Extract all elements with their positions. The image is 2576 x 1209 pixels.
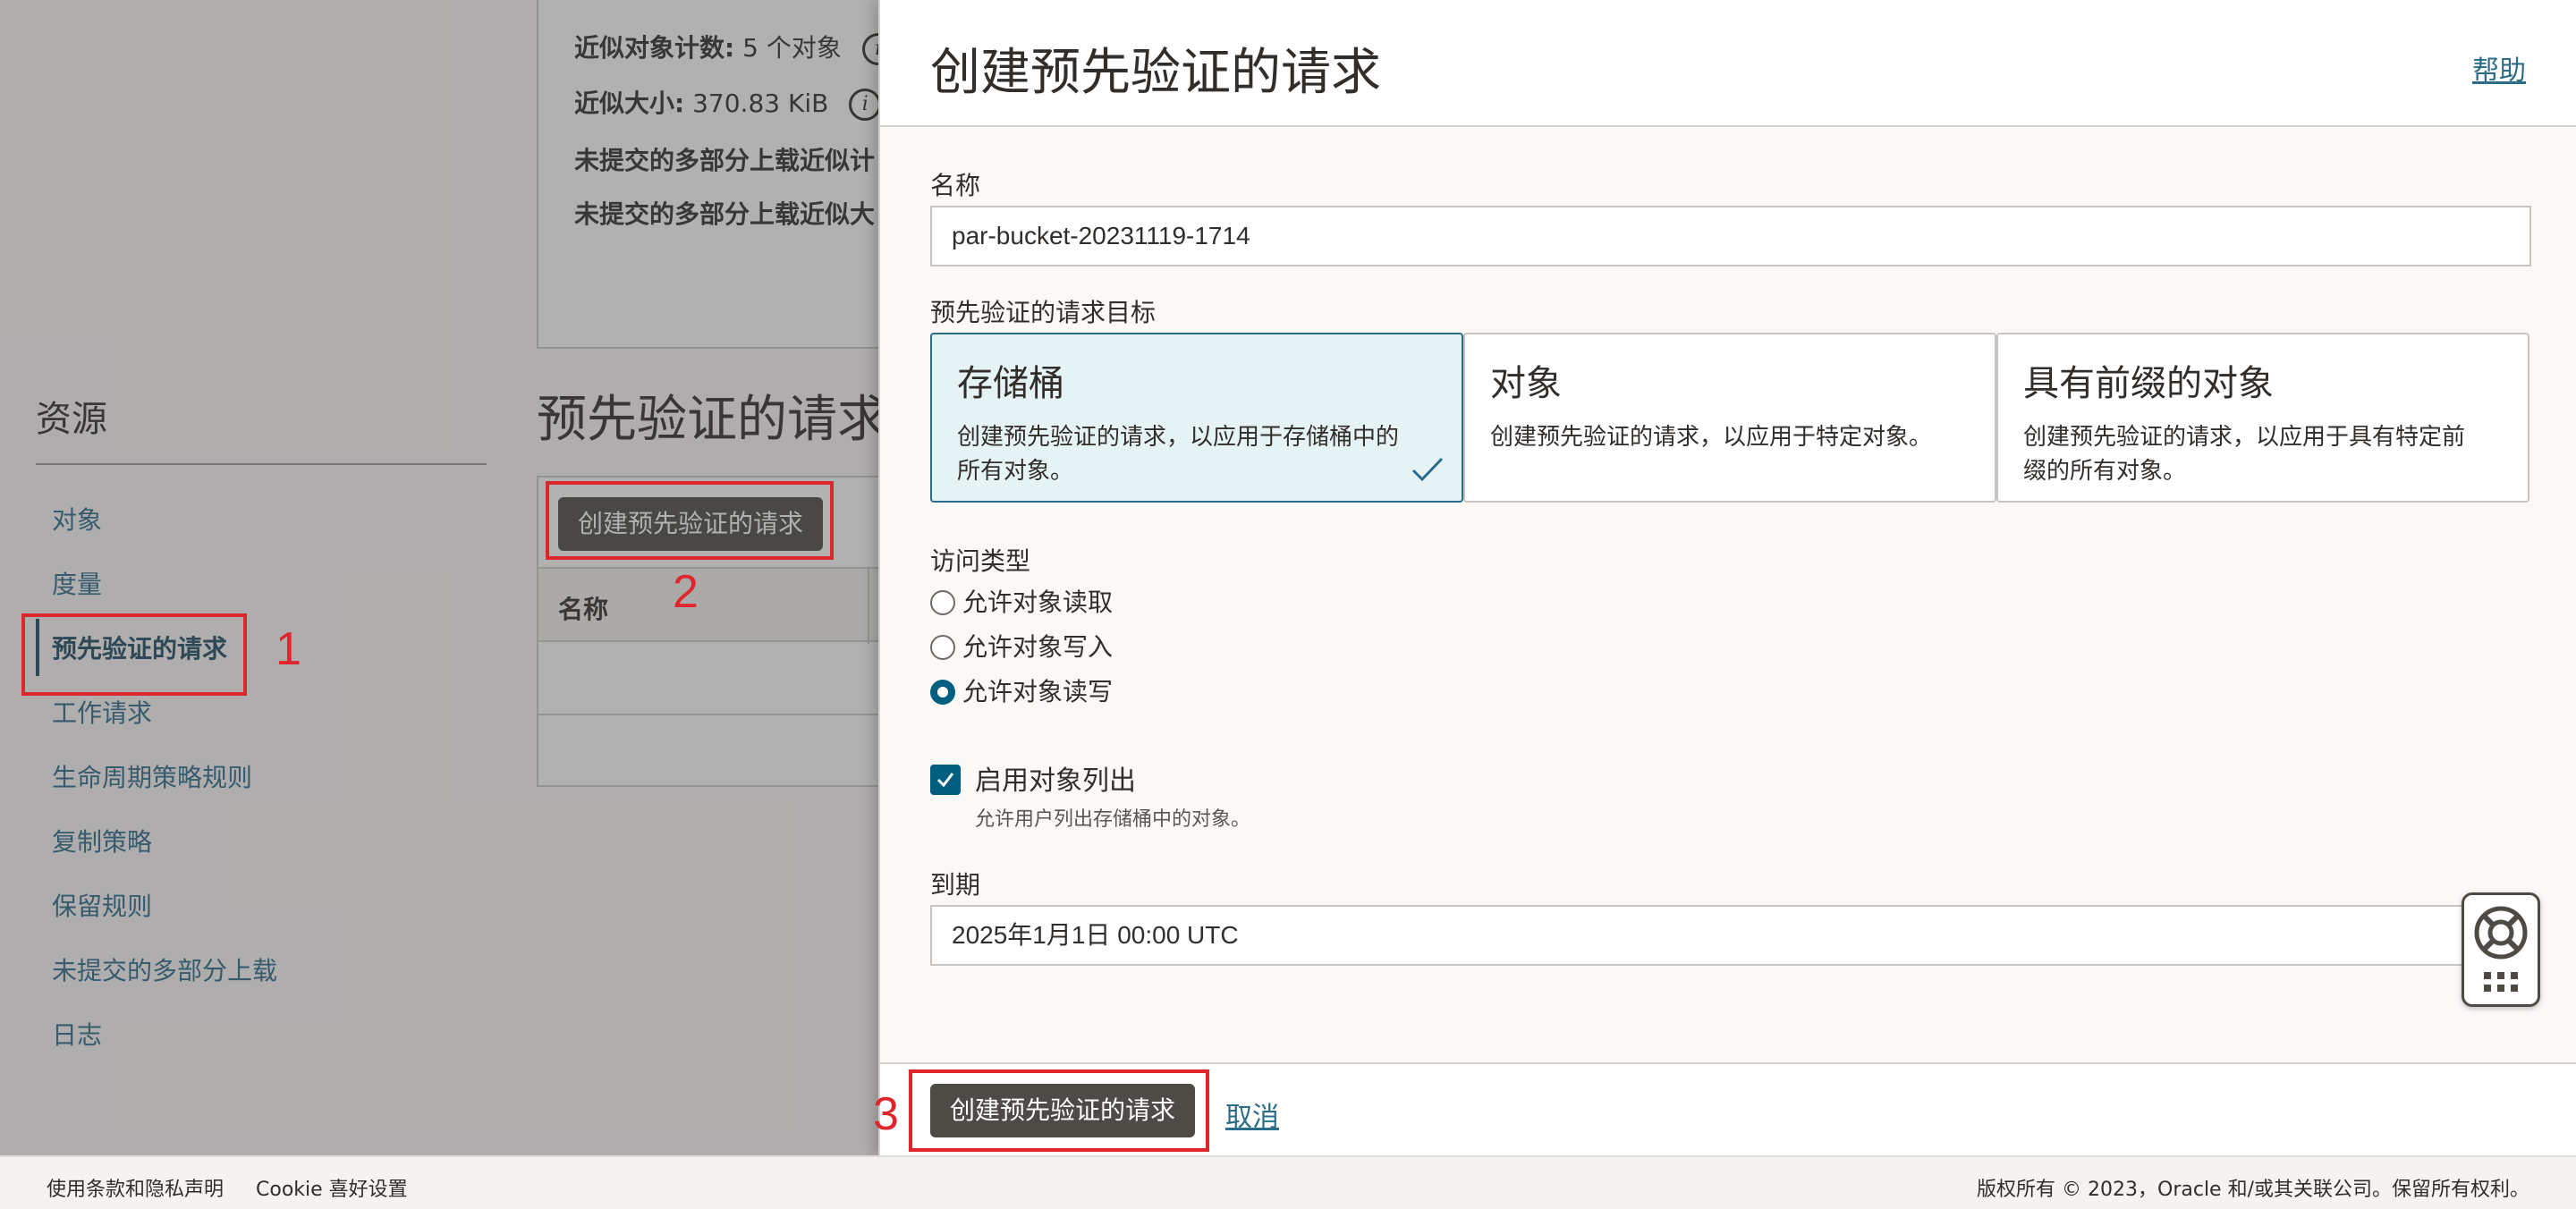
target-card-desc: 创建预先验证的请求，以应用于特定对象。 (1490, 424, 1933, 451)
resource-item-retention[interactable]: 保留规则 (52, 887, 152, 923)
radio-button[interactable] (930, 635, 955, 660)
approx-size-value: 370.83 KiB (692, 89, 829, 118)
bucket-details-card: 近似对象计数: 5 个对象 i 近似大小: 370.83 KiB i 未提交的多… (537, 0, 912, 349)
approx-count-label: 近似对象计数: (574, 33, 735, 63)
name-column-header[interactable]: 名称 (558, 590, 608, 626)
radio-object-read[interactable]: 允许对象读取 (930, 583, 1113, 619)
approx-count-value: 5 个对象 (742, 33, 842, 63)
table-header: 名称 (538, 567, 911, 644)
target-card-prefix[interactable]: 具有前缀的对象 创建预先验证的请求，以应用于具有特定前缀的所有对象。 (1996, 333, 2529, 503)
copyright-text: 版权所有 © 2023，Oracle 和/或其关联公司。保留所有权利。 (1977, 1179, 2529, 1201)
drawer-header: 创建预先验证的请求 帮助 (880, 0, 2576, 127)
page-footer: 使用条款和隐私声明 Cookie 喜好设置 版权所有 © 2023，Oracle… (0, 1155, 2576, 1209)
lifebuoy-icon (2474, 906, 2528, 992)
radio-object-write[interactable]: 允许对象写入 (930, 628, 1113, 664)
annotation-number-3: 3 (873, 1088, 899, 1140)
checkbox-checked-icon[interactable] (930, 765, 961, 795)
terms-link[interactable]: 使用条款和隐私声明 (47, 1173, 224, 1202)
resource-item-work-requests[interactable]: 工作请求 (52, 694, 152, 730)
target-card-title: 具有前缀的对象 (2023, 363, 2274, 404)
uncommitted-count-label: 未提交的多部分上载近似计 (574, 146, 876, 175)
target-card-bucket[interactable]: 存储桶 创建预先验证的请求，以应用于存储桶中的所有对象。 (930, 333, 1463, 503)
annotation-box-3 (909, 1070, 1209, 1152)
cookie-settings-link[interactable]: Cookie 喜好设置 (256, 1173, 408, 1202)
expiration-input[interactable]: 2025年1月1日 00:00 UTC (930, 905, 2504, 966)
cancel-link[interactable]: 取消 (1225, 1095, 1279, 1134)
target-card-object[interactable]: 对象 创建预先验证的请求，以应用于特定对象。 (1463, 333, 1996, 503)
access-type-label: 访问类型 (930, 546, 1031, 576)
target-label: 预先验证的请求目标 (930, 298, 1157, 327)
enable-listing-label: 启用对象列出 (975, 765, 1136, 797)
checkmark-icon (1411, 457, 1444, 482)
drawer-title: 创建预先验证的请求 (930, 44, 1381, 102)
annotation-number-1: 1 (275, 623, 301, 675)
radio-label: 允许对象写入 (962, 632, 1114, 662)
resource-item-objects[interactable]: 对象 (52, 501, 102, 537)
resource-item-replication[interactable]: 复制策略 (52, 823, 152, 858)
approx-size-row: 近似大小: 370.83 KiB i (574, 84, 882, 121)
uncommitted-count-row: 未提交的多部分上载近似计 (574, 141, 875, 177)
resource-item-lifecycle[interactable]: 生命周期策略规则 (52, 758, 252, 794)
uncommitted-size-label: 未提交的多部分上载近似大 (574, 199, 876, 229)
radio-button-selected[interactable] (930, 680, 955, 705)
resource-item-multipart[interactable]: 未提交的多部分上载 (52, 951, 277, 987)
radio-object-read-write[interactable]: 允许对象读写 (930, 672, 1113, 708)
create-par-drawer: 创建预先验证的请求 帮助 名称 par-bucket-20231119-1714… (878, 0, 2576, 1155)
resource-item-metrics[interactable]: 度量 (52, 565, 102, 601)
row-separator (538, 714, 911, 715)
name-input[interactable]: par-bucket-20231119-1714 (930, 206, 2531, 266)
approx-count-row: 近似对象计数: 5 个对象 i (574, 29, 894, 65)
radio-label: 允许对象读取 (962, 588, 1114, 617)
name-label: 名称 (930, 171, 981, 200)
help-link[interactable]: 帮助 (2472, 48, 2526, 88)
expiration-label: 到期 (930, 870, 981, 900)
par-section-heading: 预先验证的请求 (537, 391, 887, 449)
annotation-box-2 (546, 481, 834, 560)
annotation-box-1 (21, 613, 247, 696)
target-card-desc: 创建预先验证的请求，以应用于存储桶中的所有对象。 (957, 424, 1400, 485)
annotation-number-2: 2 (673, 566, 699, 618)
target-card-title: 对象 (1490, 363, 1562, 404)
radio-button[interactable] (930, 590, 955, 615)
info-icon[interactable]: i (849, 89, 882, 121)
resources-title: 资源 (36, 399, 107, 440)
radio-label: 允许对象读写 (962, 677, 1114, 706)
target-card-title: 存储桶 (957, 363, 1064, 404)
help-widget[interactable] (2462, 892, 2540, 1007)
enable-listing-hint: 允许用户列出存储桶中的对象。 (975, 808, 1251, 831)
resources-divider (36, 463, 487, 465)
target-card-desc: 创建预先验证的请求，以应用于具有特定前缀的所有对象。 (2023, 424, 2466, 485)
approx-size-label: 近似大小: (574, 89, 685, 118)
column-separator (868, 569, 869, 644)
resource-item-logs[interactable]: 日志 (52, 1016, 102, 1052)
enable-listing-checkbox[interactable]: 启用对象列出 (930, 758, 1136, 798)
uncommitted-size-row: 未提交的多部分上载近似大 (574, 195, 875, 231)
